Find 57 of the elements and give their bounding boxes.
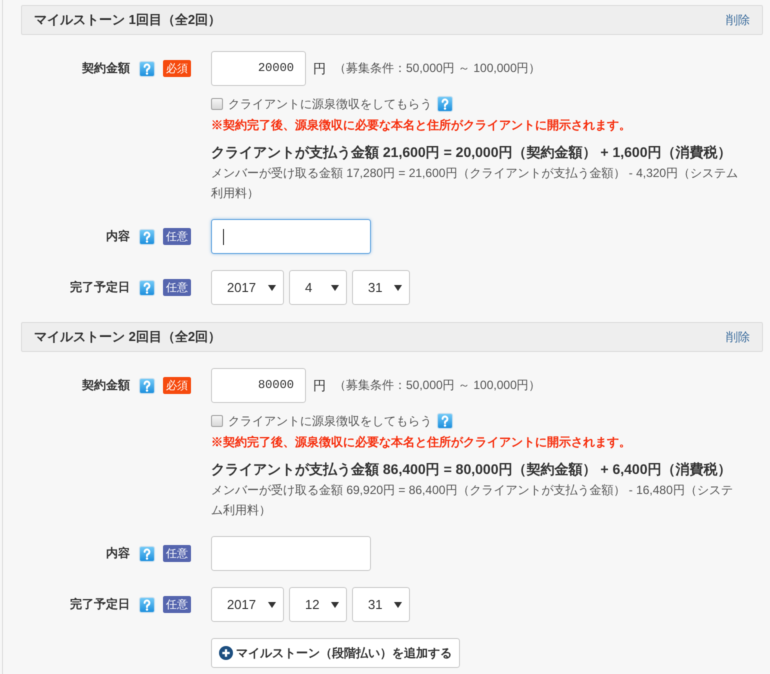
disclosure-warning: ※契約完了後、源泉徴収に必要な本名と住所がクライアントに開示されます。 <box>211 434 632 451</box>
required-badge: 必須 <box>163 60 191 77</box>
add-milestone-button[interactable]: マイルストーン（段階払い）を追加する <box>211 638 460 668</box>
delete-link[interactable]: 削除 <box>726 328 750 346</box>
month-select[interactable]: 4 <box>289 270 347 305</box>
caret-icon <box>331 602 339 608</box>
year-select[interactable]: 2017 <box>211 587 284 622</box>
withholding-checkbox[interactable] <box>211 98 223 110</box>
month-select[interactable]: 12 <box>289 587 347 622</box>
caret-icon <box>331 284 339 290</box>
caret-icon <box>268 602 276 608</box>
field-label: 契約金額 <box>82 377 130 394</box>
amount-input[interactable]: 20000 <box>211 51 306 86</box>
currency-unit: 円 <box>313 376 326 394</box>
text-cursor-icon <box>223 228 224 244</box>
delete-link[interactable]: 削除 <box>726 12 750 28</box>
field-label: 完了予定日 <box>70 279 130 296</box>
withholding-label[interactable]: クライアントに源泉徴収をしてもらう <box>228 96 432 112</box>
field-label: 完了予定日 <box>70 596 130 613</box>
member-receipt-text: メンバーが受け取る金額 69,920円 = 86,400円（クライアントが支払う金額） - 16,480円（システム利用料） <box>211 482 734 519</box>
content-input[interactable] <box>211 219 371 254</box>
caret-icon <box>394 602 402 608</box>
client-payment-text: クライアントが支払う金額 21,600円 = 20,000円（契約金額） + 1,600円（消費税） <box>211 143 732 162</box>
year-select[interactable]: 2017 <box>211 270 284 305</box>
withholding-checkbox[interactable] <box>211 415 223 427</box>
milestone-title: マイルストーン 1回目（全2回） <box>34 11 222 29</box>
currency-unit: 円 <box>313 60 326 78</box>
help-icon[interactable] <box>437 96 453 112</box>
day-select[interactable]: 31 <box>352 587 410 622</box>
help-icon[interactable] <box>139 596 155 612</box>
field-label: 契約金額 <box>82 60 130 77</box>
field-label: 内容 <box>106 228 130 245</box>
member-receipt-text: メンバーが受け取る金額 17,280円 = 21,600円（クライアントが支払う金額） - 4,320円（システム利用料） <box>211 165 740 202</box>
client-payment-text: クライアントが支払う金額 86,400円 = 80,000円（契約金額） + 6,400円（消費税） <box>211 460 732 479</box>
help-icon[interactable] <box>139 378 155 394</box>
budget-condition: （募集条件：50,000円 ～ 100,000円） <box>334 377 541 394</box>
optional-badge: 任意 <box>163 228 191 245</box>
disclosure-warning: ※契約完了後、源泉徴収に必要な本名と住所がクライアントに開示されます。 <box>211 117 632 134</box>
help-icon[interactable] <box>139 280 155 296</box>
help-icon[interactable] <box>437 413 453 429</box>
help-icon[interactable] <box>139 60 155 76</box>
help-icon[interactable] <box>139 546 155 562</box>
content-input[interactable] <box>211 536 371 571</box>
required-badge: 必須 <box>163 377 191 394</box>
optional-badge: 任意 <box>163 279 191 296</box>
milestone-title: マイルストーン 2回目（全2回） <box>34 328 222 346</box>
field-label: 内容 <box>106 545 130 562</box>
plus-circle-icon <box>219 646 233 660</box>
budget-condition: （募集条件：50,000円 ～ 100,000円） <box>334 60 541 77</box>
withholding-label[interactable]: クライアントに源泉徴収をしてもらう <box>228 412 432 430</box>
caret-icon <box>394 284 402 290</box>
optional-badge: 任意 <box>163 596 191 613</box>
amount-input[interactable]: 80000 <box>211 368 306 403</box>
caret-icon <box>268 284 276 290</box>
optional-badge: 任意 <box>163 545 191 562</box>
help-icon[interactable] <box>139 228 155 244</box>
day-select[interactable]: 31 <box>352 270 410 305</box>
